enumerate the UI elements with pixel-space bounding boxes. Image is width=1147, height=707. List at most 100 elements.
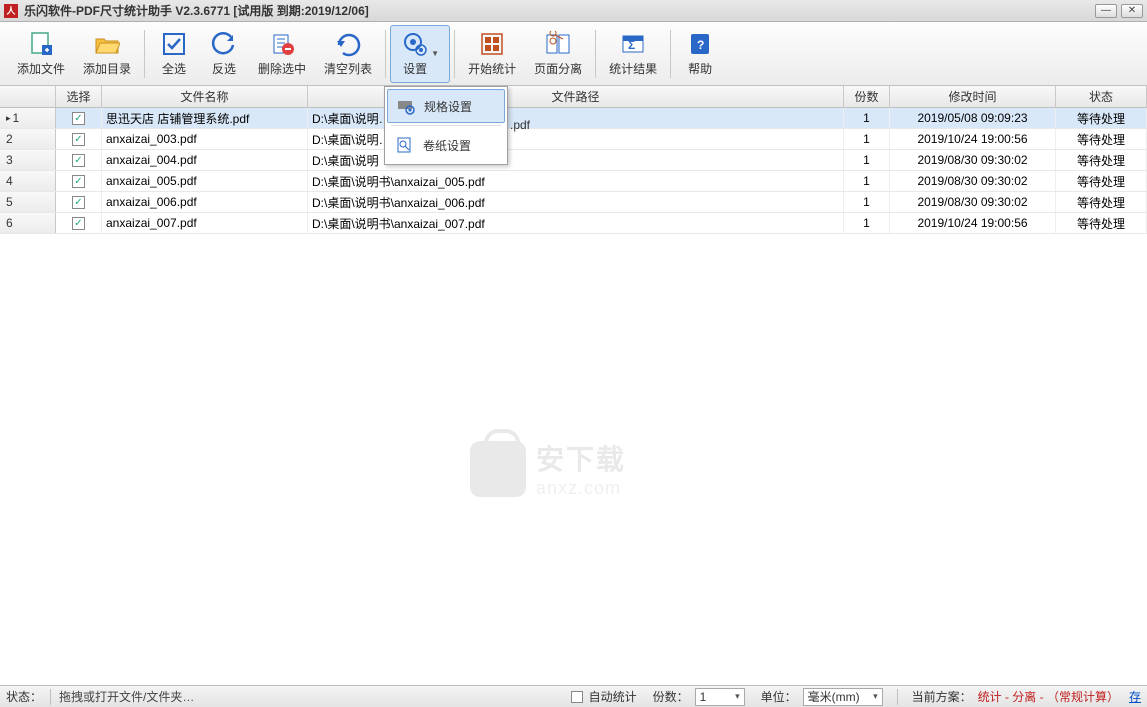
row-mtime: 2019/08/30 09:30:02 <box>890 150 1056 170</box>
table-row[interactable]: 4✓anxaizai_005.pdfD:\桌面\说明书\anxaizai_005… <box>0 171 1147 192</box>
toolbar-separator <box>385 30 386 78</box>
row-status: 等待处理 <box>1056 213 1147 233</box>
grid-header: 选择 文件名称 文件路径 份数 修改时间 状态 <box>0 86 1147 108</box>
row-filename: 思迅天店 店铺管理系统.pdf <box>102 108 308 128</box>
col-rownum[interactable] <box>0 86 56 107</box>
spec-icon <box>396 96 416 116</box>
delete-icon <box>268 30 296 58</box>
row-copies: 1 <box>844 213 890 233</box>
chevron-down-icon: ▼ <box>431 49 439 58</box>
stat-result-button[interactable]: Σ 统计结果 <box>600 25 666 83</box>
row-copies: 1 <box>844 129 890 149</box>
scheme-save-link[interactable]: 存 <box>1129 688 1141 705</box>
watermark: 安下载 anxz.com <box>470 438 626 499</box>
titlebar: 人 乐闪软件-PDF尺寸统计助手 V2.3.6771 [试用版 到期:2019/… <box>0 0 1147 22</box>
row-status: 等待处理 <box>1056 192 1147 212</box>
auto-stat-label: 自动统计 <box>589 688 637 705</box>
row-checkbox-cell[interactable]: ✓ <box>56 108 102 128</box>
checkbox-icon[interactable]: ✓ <box>72 175 85 188</box>
unit-label: 单位： <box>761 688 797 705</box>
select-all-button[interactable]: 全选 <box>149 25 199 83</box>
grid-body: 1✓思迅天店 店铺管理系统.pdfD:\桌面\说明……12019/05/08 0… <box>0 108 1147 685</box>
invert-icon <box>210 30 238 58</box>
col-mtime[interactable]: 修改时间 <box>890 86 1056 107</box>
minimize-button[interactable]: — <box>1095 4 1117 18</box>
menu-spec-settings[interactable]: 规格设置 <box>387 89 505 123</box>
row-mtime: 2019/08/30 09:30:02 <box>890 171 1056 191</box>
delete-selected-button[interactable]: 删除选中 <box>249 25 315 83</box>
table-row[interactable]: 1✓思迅天店 店铺管理系统.pdfD:\桌面\说明……12019/05/08 0… <box>0 108 1147 129</box>
settings-button[interactable]: 设置 ▼ <box>390 25 450 83</box>
help-icon: ? <box>686 30 714 58</box>
row-filename: anxaizai_006.pdf <box>102 192 308 212</box>
split-icon <box>544 30 572 58</box>
checkbox-icon[interactable]: ✓ <box>72 133 85 146</box>
row-mtime: 2019/10/24 19:00:56 <box>890 213 1056 233</box>
result-icon: Σ <box>619 30 647 58</box>
invert-button[interactable]: 反选 <box>199 25 249 83</box>
row-number: 4 <box>0 171 56 191</box>
checkbox-icon[interactable]: ✓ <box>72 217 85 230</box>
row-checkbox-cell[interactable]: ✓ <box>56 171 102 191</box>
statusbar: 状态： 拖拽或打开文件/文件夹… 自动统计 份数： 1 单位： 毫米(mm) 当… <box>0 685 1147 707</box>
folder-icon <box>93 30 121 58</box>
clear-list-button[interactable]: 清空列表 <box>315 25 381 83</box>
page-split-button[interactable]: 页面分离 <box>525 25 591 83</box>
status-label: 状态： <box>6 688 42 705</box>
row-number: 1 <box>0 108 56 128</box>
unit-select[interactable]: 毫米(mm) <box>803 688 883 706</box>
row-mtime: 2019/08/30 09:30:02 <box>890 192 1056 212</box>
checkbox-icon[interactable]: ✓ <box>72 196 85 209</box>
toolbar-separator <box>144 30 145 78</box>
row-status: 等待处理 <box>1056 171 1147 191</box>
auto-stat-checkbox[interactable] <box>571 691 583 703</box>
col-copies[interactable]: 份数 <box>844 86 890 107</box>
add-file-button[interactable]: 添加文件 <box>8 25 74 83</box>
row-status: 等待处理 <box>1056 129 1147 149</box>
window-controls: — ✕ <box>1095 4 1143 18</box>
menu-separator <box>391 125 501 126</box>
scheme-value: 统计 - 分离 - （常规计算） <box>978 688 1119 705</box>
row-mtime: 2019/10/24 19:00:56 <box>890 129 1056 149</box>
toolbar: 添加文件 添加目录 全选 反选 删除选中 清空列表 <box>0 22 1147 86</box>
table-row[interactable]: 3✓anxaizai_004.pdfD:\桌面\说明12019/08/30 09… <box>0 150 1147 171</box>
start-stat-button[interactable]: 开始统计 <box>459 25 525 83</box>
checkbox-icon[interactable]: ✓ <box>72 154 85 167</box>
row-path: D:\桌面\说明书\anxaizai_007.pdf <box>308 213 844 233</box>
col-status[interactable]: 状态 <box>1056 86 1147 107</box>
start-icon <box>478 30 506 58</box>
svg-text:?: ? <box>697 38 704 52</box>
row-checkbox-cell[interactable]: ✓ <box>56 213 102 233</box>
add-dir-button[interactable]: 添加目录 <box>74 25 140 83</box>
row1-path-tail: .pdf <box>510 118 530 132</box>
col-name[interactable]: 文件名称 <box>102 86 308 107</box>
toolbar-separator <box>454 30 455 78</box>
menu-roll-settings[interactable]: 卷纸设置 <box>387 128 505 162</box>
close-button[interactable]: ✕ <box>1121 4 1143 18</box>
row-checkbox-cell[interactable]: ✓ <box>56 150 102 170</box>
row-number: 3 <box>0 150 56 170</box>
row-checkbox-cell[interactable]: ✓ <box>56 192 102 212</box>
row-checkbox-cell[interactable]: ✓ <box>56 129 102 149</box>
row-status: 等待处理 <box>1056 108 1147 128</box>
scheme-label: 当前方案： <box>912 688 972 705</box>
svg-text:Σ: Σ <box>628 38 635 52</box>
row-number: 6 <box>0 213 56 233</box>
table-row[interactable]: 5✓anxaizai_006.pdfD:\桌面\说明书\anxaizai_006… <box>0 192 1147 213</box>
select-all-icon <box>160 30 188 58</box>
checkbox-icon[interactable]: ✓ <box>72 112 85 125</box>
toolbar-separator <box>670 30 671 78</box>
window-title: 乐闪软件-PDF尺寸统计助手 V2.3.6771 [试用版 到期:2019/12… <box>24 2 369 19</box>
col-select[interactable]: 选择 <box>56 86 102 107</box>
table-row[interactable]: 2✓anxaizai_003.pdfD:\桌面\说明……12019/10/24 … <box>0 129 1147 150</box>
table-row[interactable]: 6 ✓ anxaizai_007.pdfD:\桌面\说明书\anxaizai_007… <box>0 213 1147 234</box>
help-button[interactable]: ? 帮助 <box>675 25 725 83</box>
gear-icon <box>401 30 429 58</box>
copies-select[interactable]: 1 <box>695 688 745 706</box>
settings-dropdown: 规格设置 卷纸设置 <box>384 86 508 165</box>
row-filename: anxaizai_007.pdf <box>102 213 308 233</box>
row-filename: anxaizai_003.pdf <box>102 129 308 149</box>
row-filename: anxaizai_004.pdf <box>102 150 308 170</box>
row-number: 2 <box>0 129 56 149</box>
row-copies: 1 <box>844 150 890 170</box>
